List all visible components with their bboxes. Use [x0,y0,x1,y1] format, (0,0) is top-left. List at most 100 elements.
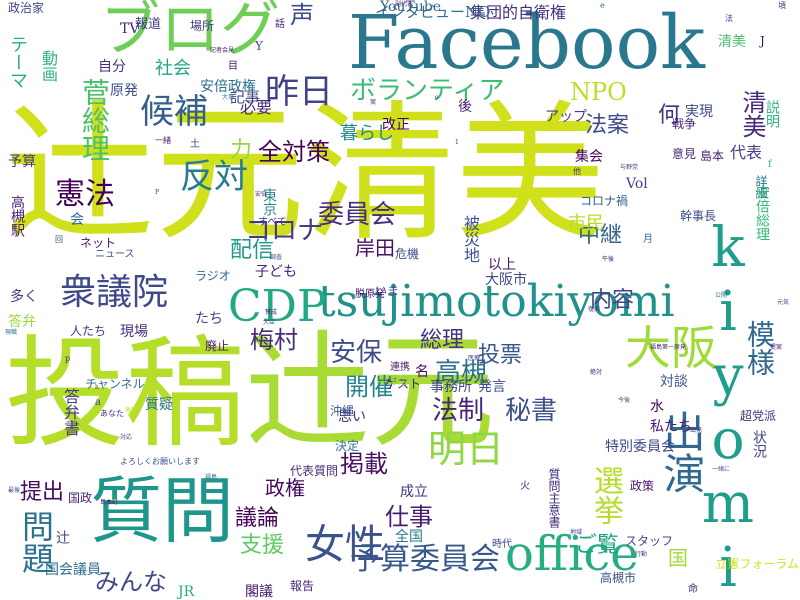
word-cloud-word: 大事 [222,94,235,101]
word-cloud-word: 高槻市 [600,571,637,585]
word-cloud-word: 自分 [98,59,126,75]
word-cloud-word: ネット [80,236,117,250]
word-cloud-word: 沖縄 [330,404,355,418]
word-cloud-word: 提案 [770,344,783,351]
word-cloud-word: 答弁 [8,314,36,330]
word-cloud-word: 質問主意書 [547,468,561,528]
word-cloud-word: 選挙 [588,465,623,525]
word-cloud-word: 今後 [618,397,631,404]
word-cloud-word: 話 [275,19,285,30]
word-cloud-word: p [65,354,71,363]
word-cloud-word: 声 [290,1,314,29]
word-cloud-word: J [760,34,765,48]
word-cloud-word: 市民 [568,213,604,234]
word-cloud-word: 国会議員 [45,562,101,578]
word-cloud-word: 激論 [125,407,138,414]
word-cloud-word: 政策 [630,479,655,493]
word-cloud-word: e [600,1,605,10]
word-cloud-word: テーマ [7,35,28,89]
word-cloud-word: 大阪市 [485,272,527,288]
word-cloud-word: 場所 [190,19,215,33]
word-cloud-word: 対応 [120,434,133,441]
word-cloud-word: スタッフ [625,534,674,548]
word-cloud-word: 成立 [400,484,428,500]
word-cloud-word: 安保 [330,338,383,368]
word-cloud-word: ラジオ [195,269,231,283]
word-cloud-word: 与野党 [620,164,639,171]
word-cloud-word: 質問 [90,469,235,553]
word-cloud-word: 安倍総理 [754,185,770,241]
word-cloud-word: 国政 [68,491,93,505]
word-cloud-word: アップ [545,109,587,125]
word-cloud-word: 医療 [468,355,481,362]
word-cloud-word: 支援 [240,533,285,558]
word-cloud-word: 副代表 [395,1,414,8]
word-cloud-word: 緊急 [390,376,410,387]
word-cloud-word: コロナ禍 [580,194,629,208]
word-cloud-word: h [95,384,99,391]
word-cloud-word: チャンネル [85,377,145,391]
word-cloud-word: 予算委員会 [350,542,500,577]
word-cloud-word: 他 [573,167,581,176]
word-cloud-word: 超党派 [740,409,777,423]
word-cloud-word: 火 [520,481,530,492]
word-cloud-word: 法案 [585,113,630,138]
word-cloud-word: 子ども [255,264,297,280]
word-cloud-word: 午後 [602,256,615,263]
word-cloud-word: 行動 [635,551,648,558]
word-cloud-word: 状況 [751,430,767,458]
word-cloud-word: 立憲フォーラム [715,557,799,571]
word-cloud-word: 必要 [240,98,273,117]
word-cloud-word: 安倍 [255,191,268,198]
word-cloud-word: 頃 [778,1,786,10]
word-cloud-word: 対談 [660,374,688,390]
word-cloud-word: 提出 [20,480,65,505]
word-cloud-word: 戦争 [672,117,697,131]
word-cloud-word: 危機 [395,247,420,261]
word-cloud-word: 最後 [8,487,21,494]
word-cloud-word: 回 [55,235,63,244]
word-cloud-word: o [435,94,439,101]
word-cloud-word: ご覧 [575,533,620,558]
word-cloud-word: 目 [228,61,238,72]
word-cloud-word: P [155,189,160,196]
word-cloud-word: 賛成 [265,309,278,316]
word-cloud-word: a [95,397,101,408]
word-cloud-word: 説明 [764,100,780,128]
word-cloud-word: 時代 [492,539,512,550]
word-cloud-word: 現職 [5,329,18,336]
word-cloud-word: 閣議 [245,584,273,600]
word-cloud-word: 衆議院 [60,272,169,313]
word-cloud-word: NPO [570,78,627,106]
word-cloud-word: 投票 [478,343,523,368]
word-cloud-word: 法 [725,14,733,23]
word-cloud-word: 連携 [390,362,410,373]
word-cloud-word: 水 [650,399,664,415]
word-cloud-word: 大臣 [263,319,276,326]
word-cloud-word: 特別委員会 [605,439,675,455]
word-cloud-word: 記者会見 [210,47,235,54]
word-cloud-word: 梅村 [250,326,298,354]
word-cloud-word: 答弁書 [61,388,80,436]
word-cloud-word: 報告 [290,579,315,593]
word-cloud-word: 元気 [777,299,790,306]
word-cloud-word: 廃止 [205,339,230,353]
word-cloud-word: 復興 [588,306,601,313]
word-cloud-word: 幹事長 [680,209,717,223]
word-cloud-word: 代表質問 [290,464,339,478]
word-cloud-word: 会 [70,212,84,228]
word-cloud-word: 政権 [265,476,305,500]
word-cloud-word: 後 [458,99,472,115]
word-cloud-word: 福島第一原発 [650,344,687,351]
word-cloud-word: 配信 [230,238,275,263]
word-cloud-word: 岸田 [355,236,395,260]
word-cloud-word: 委員会 [318,200,397,230]
word-cloud-word: 力 [230,138,253,163]
word-cloud-word: 調査 [270,254,283,261]
word-cloud-word: 島本 [700,149,725,163]
word-cloud-word: 菅総理 [78,78,111,162]
word-cloud-word: すべて [258,217,287,228]
word-cloud-word: たち [195,311,223,327]
word-cloud-word: 代表 [730,143,763,162]
word-cloud-word: 月 [643,234,653,245]
